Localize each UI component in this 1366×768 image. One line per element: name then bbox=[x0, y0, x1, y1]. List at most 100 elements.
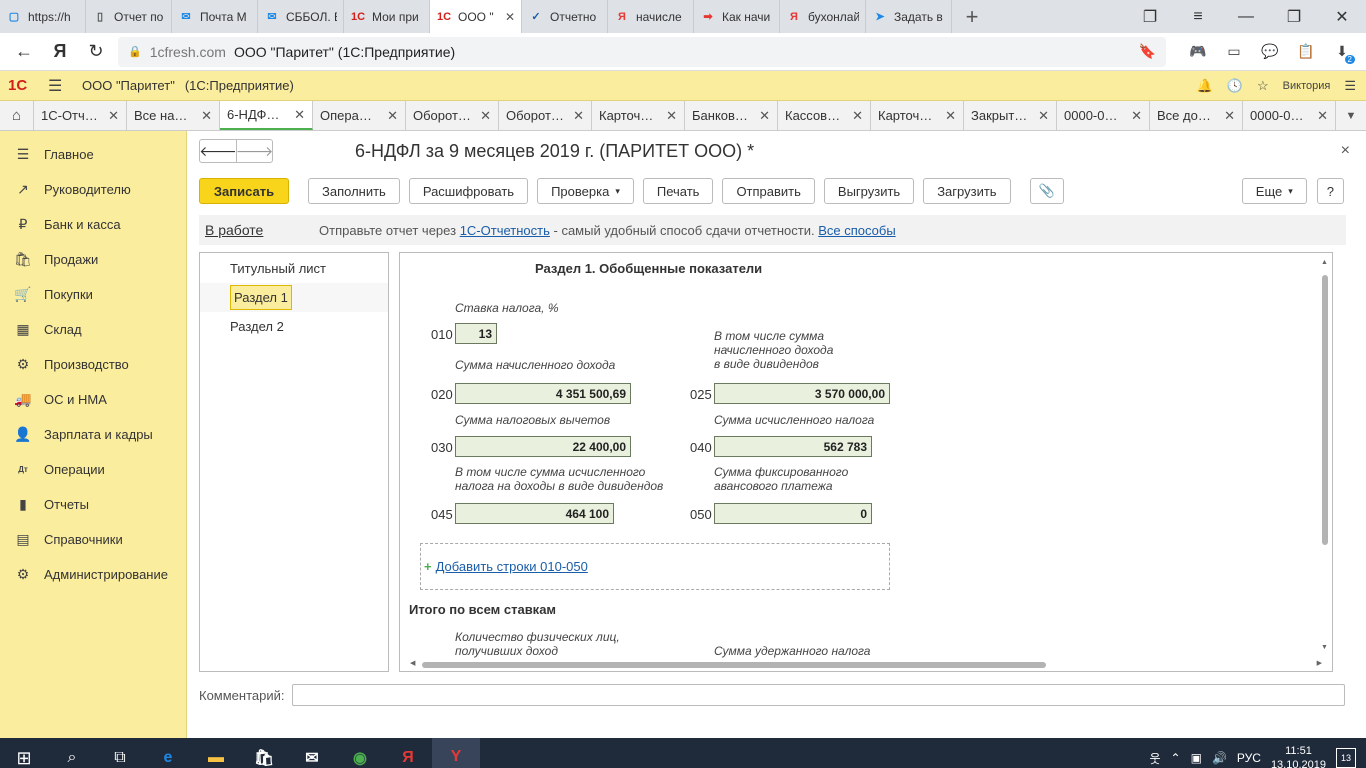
check-button[interactable]: Проверка ▾ bbox=[537, 178, 634, 204]
sidebar-item[interactable]: ↗ Руководителю bbox=[0, 172, 186, 207]
window-tab[interactable]: Карточ… ✕ bbox=[871, 101, 964, 130]
vertical-scrollbar[interactable]: ▲ ▼ bbox=[1321, 259, 1329, 651]
close-icon[interactable]: ✕ bbox=[201, 108, 212, 124]
close-icon[interactable]: ✕ bbox=[108, 108, 119, 124]
income-field[interactable]: 4 351 500,69 bbox=[455, 383, 631, 404]
browser-tab[interactable]: Яначисле bbox=[608, 0, 694, 33]
tray-chevron-icon[interactable]: ⌃ bbox=[1171, 751, 1181, 765]
window-tab[interactable]: Опера… ✕ bbox=[313, 101, 406, 130]
reload-icon[interactable]: ↻ bbox=[82, 41, 110, 62]
rate-field[interactable]: 13 bbox=[455, 323, 497, 344]
all-methods-link[interactable]: Все способы bbox=[818, 223, 895, 238]
sidebar-item[interactable]: ₽ Банк и касса bbox=[0, 207, 186, 242]
sidebar-item[interactable]: 👤 Зарплата и кадры bbox=[0, 417, 186, 452]
close-document-icon[interactable]: × bbox=[1341, 142, 1350, 160]
window-tab[interactable]: Карточ… ✕ bbox=[592, 101, 685, 130]
forward-arrow-icon[interactable]: 🡒 bbox=[236, 140, 273, 162]
horizontal-scrollbar[interactable]: ◀ ▶ bbox=[410, 659, 1322, 669]
scroll-left-icon[interactable]: ◀ bbox=[410, 659, 415, 667]
volume-icon[interactable]: 🔊 bbox=[1212, 751, 1227, 765]
home-icon[interactable]: ⌂ bbox=[0, 101, 34, 130]
fixed-payment-field[interactable]: 0 bbox=[714, 503, 872, 524]
close-icon[interactable]: ✕ bbox=[294, 107, 305, 123]
scroll-down-icon[interactable]: ▼ bbox=[1321, 644, 1328, 651]
chrome-icon[interactable]: ◉ bbox=[336, 738, 384, 768]
language-indicator[interactable]: РУС bbox=[1237, 751, 1261, 765]
dividend-tax-field[interactable]: 464 100 bbox=[455, 503, 614, 524]
close-icon[interactable]: ✕ bbox=[573, 108, 584, 124]
close-icon[interactable]: ✕ bbox=[387, 108, 398, 124]
import-button[interactable]: Загрузить bbox=[923, 178, 1011, 204]
deductions-field[interactable]: 22 400,00 bbox=[455, 436, 631, 457]
download-icon[interactable]: ⬇ 2 bbox=[1328, 38, 1356, 66]
search-icon[interactable]: ⌕ bbox=[48, 738, 96, 768]
window-tab[interactable]: 1С-Отч… ✕ bbox=[34, 101, 127, 130]
close-icon[interactable]: ✕ bbox=[852, 108, 863, 124]
clock[interactable]: 11:51 13.10.2019 bbox=[1271, 744, 1326, 768]
status-link[interactable]: В работе bbox=[205, 222, 319, 238]
scroll-up-icon[interactable]: ▲ bbox=[1321, 259, 1328, 266]
browser-tab[interactable]: 1С Мои при bbox=[344, 0, 430, 33]
history-icon[interactable]: 🕓 bbox=[1227, 78, 1243, 94]
report-page-item[interactable]: Титульный лист bbox=[200, 254, 388, 283]
window-tab[interactable]: 0000-0… ✕ bbox=[1057, 101, 1150, 130]
window-tab[interactable]: Кассов… ✕ bbox=[778, 101, 871, 130]
sidebar-item[interactable]: 🚚 ОС и НМА bbox=[0, 382, 186, 417]
start-icon[interactable]: ⊞ bbox=[0, 738, 48, 768]
decode-button[interactable]: Расшифровать bbox=[408, 178, 529, 204]
people-icon[interactable]: 웃 bbox=[1150, 750, 1161, 767]
sidebar-item[interactable]: ⚙ Администрирование bbox=[0, 557, 186, 592]
window-tab[interactable]: 0000-0… ✕ bbox=[1243, 101, 1336, 130]
chat-icon[interactable]: 💬 bbox=[1256, 38, 1284, 66]
fill-button[interactable]: Заполнить bbox=[308, 178, 400, 204]
scroll-thumb[interactable] bbox=[422, 662, 1046, 668]
window-tab[interactable]: 6-НДФ… ✕ bbox=[220, 101, 313, 130]
clipboard-icon[interactable]: 📋 bbox=[1292, 38, 1320, 66]
battery-icon[interactable]: ▭ bbox=[1220, 38, 1248, 66]
close-icon[interactable]: ✕ bbox=[480, 108, 491, 124]
store-icon[interactable]: 🛍 bbox=[240, 738, 288, 768]
sidebar-item[interactable]: Дт Операции bbox=[0, 452, 186, 487]
url-field[interactable]: 🔒 1cfresh.com ООО "Паритет" (1С:Предприя… bbox=[118, 36, 1166, 67]
attach-icon[interactable]: 📎 bbox=[1029, 178, 1064, 204]
notifications-icon[interactable]: 13 bbox=[1336, 748, 1356, 768]
back-icon[interactable]: ← bbox=[10, 41, 38, 62]
window-tab[interactable]: Закрыт… ✕ bbox=[964, 101, 1057, 130]
more-menu-icon[interactable]: ☰ bbox=[1344, 78, 1356, 94]
print-button[interactable]: Печать bbox=[642, 178, 714, 204]
comment-input[interactable] bbox=[292, 684, 1345, 706]
browser-tab[interactable]: ▢ https://h bbox=[0, 0, 86, 33]
tabs-overflow-icon[interactable]: ▼ bbox=[1336, 101, 1366, 130]
yandex-browser-icon[interactable]: Y bbox=[432, 738, 480, 768]
calculated-tax-field[interactable]: 562 783 bbox=[714, 436, 872, 457]
sidebar-item[interactable]: ▮ Отчеты bbox=[0, 487, 186, 522]
bell-icon[interactable]: 🔔 bbox=[1197, 78, 1213, 94]
browser-tab[interactable]: ➡ Как начи bbox=[694, 0, 780, 33]
star-icon[interactable]: ☆ bbox=[1257, 78, 1269, 94]
browser-tab[interactable]: ▯ Отчет по bbox=[86, 0, 172, 33]
explorer-icon[interactable]: ▬ bbox=[192, 738, 240, 768]
sidebar-item[interactable]: ☰ Главное bbox=[0, 137, 186, 172]
help-button[interactable]: ? bbox=[1316, 178, 1344, 204]
close-icon[interactable]: ✕ bbox=[1131, 108, 1142, 124]
close-icon[interactable]: ✕ bbox=[1224, 108, 1235, 124]
yandex-app-icon[interactable]: Я bbox=[384, 738, 432, 768]
sidebar-item[interactable]: ▦ Склад bbox=[0, 312, 186, 347]
browser-tab[interactable]: Ябухонлай bbox=[780, 0, 866, 33]
export-button[interactable]: Выгрузить bbox=[823, 178, 915, 204]
browser-menu-icon[interactable]: ≡ bbox=[1174, 0, 1222, 33]
new-tab-button[interactable]: + bbox=[952, 0, 992, 33]
edge-icon[interactable]: e bbox=[144, 738, 192, 768]
close-icon[interactable]: ✕ bbox=[1038, 108, 1049, 124]
collections-icon[interactable]: ❐ bbox=[1126, 0, 1174, 33]
main-menu-icon[interactable]: ☰ bbox=[48, 76, 82, 96]
gamepad-icon[interactable]: 🎮 bbox=[1184, 38, 1212, 66]
close-icon[interactable]: ✕ bbox=[759, 108, 770, 124]
sidebar-item[interactable]: 🛒 Покупки bbox=[0, 277, 186, 312]
close-icon[interactable]: ✕ bbox=[1317, 108, 1328, 124]
dividend-field[interactable]: 3 570 000,00 bbox=[714, 383, 890, 404]
user-name[interactable]: Виктория bbox=[1283, 80, 1331, 92]
sidebar-item[interactable]: 🛍 Продажи bbox=[0, 242, 186, 277]
browser-tab[interactable]: ✓ Отчетно bbox=[522, 0, 608, 33]
send-button[interactable]: Отправить bbox=[722, 178, 815, 204]
